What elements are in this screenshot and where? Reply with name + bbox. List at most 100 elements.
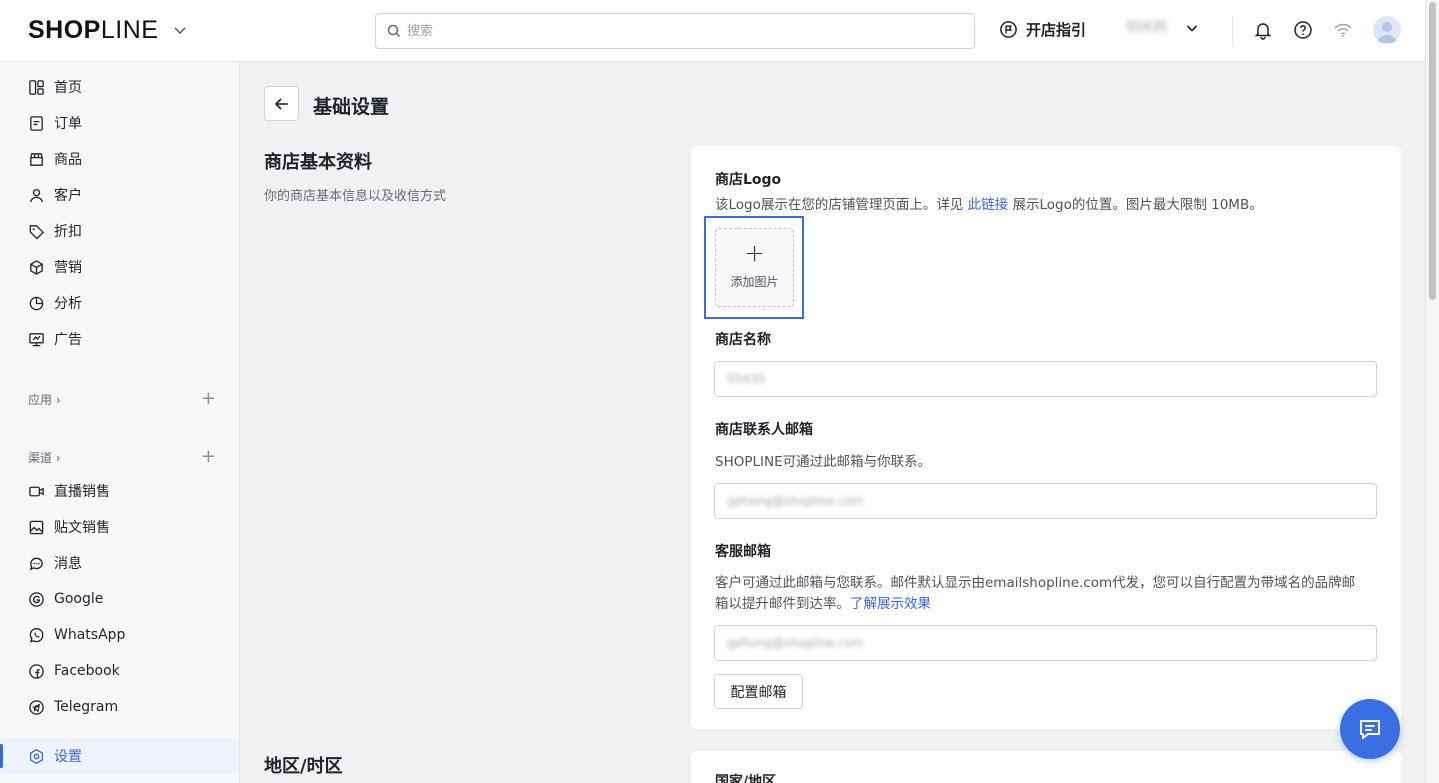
sidebar-item-marketing[interactable]: 营销 — [28, 257, 82, 277]
avatar[interactable] — [1373, 16, 1401, 44]
section-description: 你的商店基本信息以及收信方式 — [264, 189, 447, 204]
user-avatar-icon — [1377, 22, 1397, 43]
help-icon[interactable] — [1293, 20, 1313, 40]
chat-support-button[interactable] — [1340, 699, 1400, 759]
sidebar-item-analytics[interactable]: 分析 — [28, 293, 82, 313]
sidebar-item-label: 直播销售 — [54, 484, 110, 500]
ads-icon — [29, 332, 44, 346]
scrollbar-thumb[interactable] — [1429, 2, 1436, 300]
chevron-down-icon — [1187, 24, 1198, 32]
sidebar-item-label: Telegram — [54, 699, 119, 715]
region-section-title: 地区/时区 — [264, 756, 343, 777]
discount-tag-icon — [29, 224, 45, 240]
gear-icon — [29, 748, 44, 764]
sidebar-item-ads[interactable]: 广告 — [28, 329, 82, 349]
store-selector[interactable]: 55435 — [1126, 20, 1199, 35]
post-image-icon — [29, 520, 44, 534]
bell-icon[interactable] — [1253, 20, 1273, 40]
store-name-label: 商店名称 — [715, 332, 771, 348]
search-icon — [387, 24, 401, 38]
marketing-cube-icon — [30, 259, 43, 275]
topbar-divider — [1232, 16, 1233, 46]
store-logo-label: 商店Logo — [715, 172, 782, 188]
sidebar-item-telegram[interactable]: Telegram — [28, 697, 118, 717]
sidebar-item-home[interactable]: 首页 — [28, 77, 82, 97]
sidebar-item-label: 设置 — [54, 749, 82, 765]
message-icon — [29, 557, 43, 570]
contact-email-label: 商店联系人邮箱 — [715, 422, 813, 438]
learn-display-effect-link[interactable]: 了解展示效果 — [850, 596, 931, 612]
sidebar-item-facebook[interactable]: Facebook — [28, 661, 120, 681]
search-box[interactable] — [375, 13, 975, 49]
contact-email-hint: SHOPLINE可通过此邮箱与你联系。 — [715, 454, 932, 470]
page-title: 基础设置 — [313, 96, 390, 118]
sidebar-item-label: 广告 — [54, 332, 82, 348]
sidebar: 首页 订单 商品 客户 折扣 营销 分析 广告 应用 › + 渠道 › + 直播… — [0, 62, 240, 783]
sidebar-item-orders[interactable]: 订单 — [28, 113, 82, 133]
top-bar: SHOPLINE 开店指引 55435 — [0, 0, 1425, 62]
wifi-icon[interactable] — [1333, 20, 1353, 40]
apps-section-label: 应用 › — [28, 392, 61, 407]
arrow-left-icon — [274, 97, 288, 110]
store-guide-label: 开店指引 — [1026, 21, 1087, 39]
store-name: 55435 — [1126, 20, 1168, 35]
sidebar-item-google[interactable]: Google — [28, 589, 103, 609]
back-button[interactable] — [264, 86, 299, 121]
telegram-icon — [29, 699, 44, 715]
sidebar-item-discounts[interactable]: 折扣 — [28, 221, 82, 241]
add-image-label: 添加图片 — [730, 275, 779, 289]
sidebar-item-label: Google — [54, 591, 104, 607]
service-email-hint: 客户可通过此邮箱与您联系。邮件默认显示由emailshopline.com代发，… — [715, 575, 1356, 612]
plus-icon: + — [744, 239, 765, 267]
chat-icon — [1360, 720, 1380, 739]
flag-icon — [1000, 21, 1017, 38]
order-icon — [30, 115, 43, 131]
shopline-logo[interactable]: SHOPLINE — [28, 16, 158, 45]
service-email-label: 客服邮箱 — [715, 544, 771, 560]
add-app-icon[interactable]: + — [201, 390, 216, 408]
google-icon — [29, 591, 44, 607]
customer-icon — [30, 188, 43, 202]
sidebar-item-label: WhatsApp — [54, 627, 126, 643]
add-channel-icon[interactable]: + — [201, 448, 216, 466]
sidebar-section-apps[interactable]: 应用 › + — [28, 390, 216, 408]
channels-section-label: 渠道 › — [28, 450, 61, 465]
live-video-icon — [29, 486, 44, 496]
sidebar-item-label: 客户 — [54, 188, 82, 204]
section-title: 商店基本资料 — [264, 152, 372, 173]
configure-email-button[interactable]: 配置邮箱 — [714, 674, 803, 709]
store-name-field[interactable]: 55435 — [714, 361, 1377, 397]
sidebar-item-label: 消息 — [54, 556, 82, 572]
page-scrollbar[interactable] — [1425, 0, 1439, 783]
analytics-pie-icon — [29, 296, 44, 310]
sidebar-item-label: 贴文销售 — [54, 520, 110, 536]
home-icon — [29, 79, 44, 95]
sidebar-item-label: 折扣 — [54, 224, 82, 240]
sidebar-item-whatsapp[interactable]: WhatsApp — [28, 625, 125, 645]
sidebar-item-post-sales[interactable]: 贴文销售 — [28, 517, 110, 537]
facebook-icon — [29, 663, 44, 679]
logo-help-link[interactable]: 此链接 — [968, 197, 1009, 213]
sidebar-item-customers[interactable]: 客户 — [28, 185, 82, 205]
sidebar-item-live-sales[interactable]: 直播销售 — [28, 481, 110, 501]
product-icon — [30, 152, 43, 166]
sidebar-item-label: 商品 — [54, 152, 82, 168]
country-label: 国家/地区 — [715, 774, 777, 783]
sidebar-section-channels[interactable]: 渠道 › + — [28, 448, 216, 466]
whatsapp-icon — [29, 627, 44, 643]
sidebar-item-products[interactable]: 商品 — [28, 149, 82, 169]
store-guide-button[interactable]: 开店指引 — [999, 19, 1086, 40]
sidebar-item-messages[interactable]: 消息 — [28, 553, 82, 573]
sidebar-item-label: 分析 — [54, 296, 82, 312]
search-input[interactable] — [407, 14, 957, 48]
sidebar-item-settings[interactable]: 设置 — [0, 738, 239, 774]
service-email-field[interactable]: gehong@shopline.com — [714, 625, 1377, 661]
sidebar-item-label: 订单 — [54, 116, 82, 132]
add-image-button[interactable]: + 添加图片 — [715, 228, 794, 307]
sidebar-item-label: Facebook — [54, 663, 120, 679]
settings-row: 设置 — [28, 746, 82, 766]
region-card: 国家/地区 — [691, 751, 1401, 783]
sidebar-item-label: 营销 — [54, 260, 82, 276]
chevron-down-icon[interactable] — [172, 22, 188, 38]
contact-email-field[interactable]: gehong@shopline.com — [714, 483, 1377, 519]
